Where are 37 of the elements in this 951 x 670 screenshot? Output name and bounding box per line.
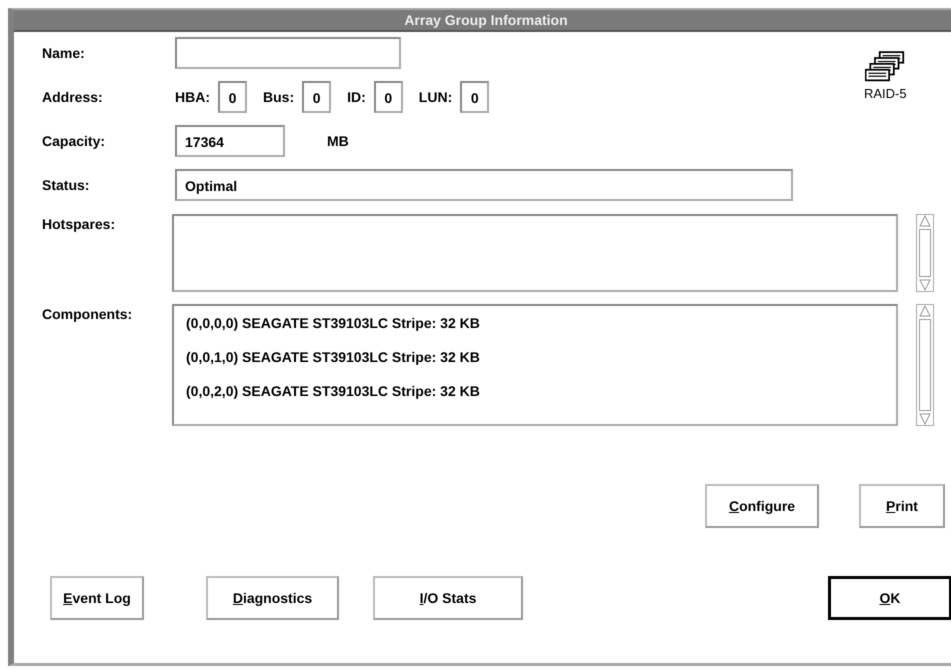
window-title: Array Group Information xyxy=(14,10,951,32)
address-field[interactable]: 0 xyxy=(302,81,332,113)
field-label: Address: xyxy=(42,89,104,105)
address-field[interactable]: 0 xyxy=(218,81,247,113)
status-field[interactable]: Optimal xyxy=(175,169,793,201)
scroll-down-icon[interactable] xyxy=(918,279,932,291)
field-label: Status: xyxy=(42,177,90,193)
address-field[interactable]: 0 xyxy=(460,81,490,113)
list-item[interactable]: (0,0,0,0) SEAGATE ST39103LC Stripe: 32 KB xyxy=(186,312,884,346)
scrollbar[interactable] xyxy=(916,214,934,292)
field-label: Name: xyxy=(42,45,86,61)
unit-label: MB xyxy=(327,133,349,149)
hotspares-list[interactable] xyxy=(172,214,898,292)
capacity-field[interactable]: 17364 xyxy=(175,125,285,157)
scroll-up-icon[interactable] xyxy=(918,305,932,317)
scroll-down-icon[interactable] xyxy=(918,413,932,425)
field-label: HBA: xyxy=(175,89,210,105)
field-label: Bus: xyxy=(263,89,294,105)
raid-level-label: RAID-5 xyxy=(864,86,907,101)
dialog-button[interactable]: Configure xyxy=(705,484,819,528)
list-item[interactable]: (0,0,2,0) SEAGATE ST39103LC Stripe: 32 KB xyxy=(186,380,884,414)
field-label: LUN: xyxy=(418,89,452,105)
scroll-up-icon[interactable] xyxy=(918,215,932,227)
name-field[interactable] xyxy=(175,37,401,69)
dialog-button[interactable]: I/O Stats xyxy=(373,576,523,620)
scrollbar[interactable] xyxy=(916,304,934,426)
address-field[interactable]: 0 xyxy=(374,81,403,113)
field-label: ID: xyxy=(347,89,366,105)
dialog-button[interactable]: Print xyxy=(859,484,945,528)
components-list[interactable]: (0,0,0,0) SEAGATE ST39103LC Stripe: 32 KB (0,0,1,0) SEAGATE ST39103LC Stripe: 32 KB (0,0,2,0) SEAGATE ST39103LC Stripe: 32 KB xyxy=(172,304,898,426)
list-item[interactable]: (0,0,1,0) SEAGATE ST39103LC Stripe: 32 KB xyxy=(186,346,884,380)
field-label: Components: xyxy=(42,305,134,322)
ok-button[interactable]: OK xyxy=(828,576,951,620)
field-label: Hotspares: xyxy=(42,215,116,232)
dialog-button[interactable]: Diagnostics xyxy=(206,576,339,620)
field-label: Capacity: xyxy=(42,133,106,149)
dialog-button[interactable]: Event Log xyxy=(50,576,144,620)
